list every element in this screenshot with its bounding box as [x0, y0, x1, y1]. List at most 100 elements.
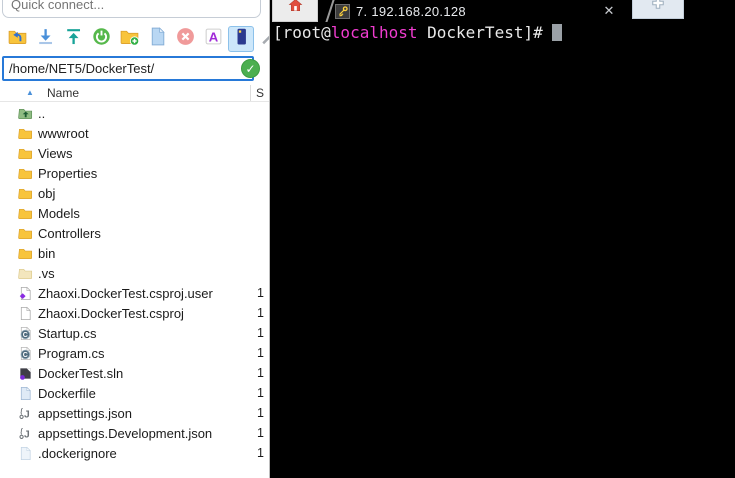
file-name: Startup.cs [38, 326, 257, 341]
path-bar [2, 56, 254, 81]
list-item[interactable]: Dockerfile1 [0, 383, 270, 403]
prompt-suffix: DockerTest]# [418, 23, 553, 42]
list-item[interactable]: Models [0, 203, 270, 223]
list-item[interactable]: C Startup.cs1 [0, 323, 270, 343]
sort-asc-icon: ▲ [26, 88, 34, 97]
list-item[interactable]: .. [0, 103, 270, 123]
parent-directory-button[interactable] [4, 26, 30, 52]
list-item[interactable]: obj [0, 183, 270, 203]
tab-session[interactable]: 7. 192.168.20.128 [332, 0, 632, 22]
list-item[interactable]: Properties [0, 163, 270, 183]
json-file-icon: J [18, 426, 33, 441]
prompt-host: localhost [331, 23, 418, 42]
svg-text:J: J [24, 409, 30, 420]
list-item[interactable]: wwwroot [0, 123, 270, 143]
folder-icon [18, 186, 33, 201]
list-item[interactable]: DockerTest.sln1 [0, 363, 270, 383]
list-item[interactable]: .vs [0, 263, 270, 283]
refresh-button[interactable] [88, 26, 114, 52]
terminal-panel: 7. 192.168.20.128 ✕ [root@localhost Dock… [270, 0, 735, 478]
column-header-size[interactable]: S [256, 86, 264, 100]
file-name: .dockerignore [38, 446, 257, 461]
list-item[interactable]: Zhaoxi.DockerTest.csproj.user1 [0, 283, 270, 303]
list-item[interactable]: Jappsettings.Development.json1 [0, 423, 270, 443]
list-item[interactable]: Zhaoxi.DockerTest.csproj1 [0, 303, 270, 323]
csharp-file-icon: C [18, 346, 33, 361]
column-divider[interactable] [250, 85, 251, 101]
tab-home[interactable] [272, 0, 318, 22]
file-list-header: ▲ Name S [0, 85, 270, 102]
wand-icon [259, 26, 271, 52]
json-file-icon: J [18, 406, 33, 421]
file-size: 1 [257, 306, 270, 320]
file-name: wwwroot [38, 126, 257, 141]
file-size: 1 [257, 446, 270, 460]
file-name: Zhaoxi.DockerTest.csproj.user [38, 286, 257, 301]
sftp-panel: A ✓ ▲ Name S ..wwwrootViewsPropertiesobj… [0, 0, 270, 478]
list-item[interactable]: bin [0, 243, 270, 263]
file-name: Program.cs [38, 346, 257, 361]
new-file-button[interactable] [144, 26, 170, 52]
folder-icon [18, 246, 33, 261]
rename-button[interactable]: A [200, 26, 226, 52]
list-item[interactable]: Views [0, 143, 270, 163]
file-name: obj [38, 186, 257, 201]
path-input[interactable] [4, 61, 252, 76]
key-icon [335, 4, 350, 19]
file-size: 1 [257, 326, 270, 340]
download-button[interactable] [32, 26, 58, 52]
panel-toggle-icon [231, 26, 252, 52]
file-name: appsettings.Development.json [38, 426, 257, 441]
file-name: appsettings.json [38, 406, 257, 421]
file-name: Zhaoxi.DockerTest.csproj [38, 306, 257, 321]
file-name: Models [38, 206, 257, 221]
prompt-prefix: [root@ [273, 23, 331, 42]
csharp-file-icon: C [18, 326, 33, 341]
svg-text:J: J [24, 429, 30, 440]
parent-folder-icon [18, 106, 33, 121]
list-item[interactable]: C Program.cs1 [0, 343, 270, 363]
folder-icon [18, 206, 33, 221]
new-folder-button[interactable] [116, 26, 142, 52]
folder-icon [18, 146, 33, 161]
file-name: Controllers [38, 226, 257, 241]
folder-up-icon [7, 26, 28, 52]
quick-connect-input[interactable] [2, 0, 261, 18]
refresh-icon [91, 26, 112, 52]
file-name: Dockerfile [38, 386, 257, 401]
new-folder-icon [119, 26, 140, 52]
file-name: DockerTest.sln [38, 366, 257, 381]
tab-session-label: 7. 192.168.20.128 [356, 4, 466, 19]
terminal-cursor [552, 24, 562, 41]
file-size: 1 [257, 346, 270, 360]
file-size: 1 [257, 406, 270, 420]
home-icon [288, 0, 303, 18]
csproj-user-file-icon [18, 286, 33, 301]
tools-button[interactable] [256, 26, 270, 52]
folder-icon [18, 126, 33, 141]
terminal-tab-bar: 7. 192.168.20.128 ✕ [270, 0, 735, 22]
list-item[interactable]: Controllers [0, 223, 270, 243]
dockerfile-icon [18, 386, 33, 401]
solution-file-icon [18, 366, 33, 381]
hidden-file-icon [18, 446, 33, 461]
toggle-panel-button[interactable] [228, 26, 254, 52]
file-name: Views [38, 146, 257, 161]
new-tab-button[interactable] [632, 0, 684, 19]
delete-icon [175, 26, 196, 52]
file-list: .. wwwroot Views Properties obj Models Control… [0, 103, 270, 463]
app-window: A ✓ ▲ Name S ..wwwrootViewsPropertiesobj… [0, 0, 735, 478]
delete-button[interactable] [172, 26, 198, 52]
file-size: 1 [257, 426, 270, 440]
column-header-name[interactable]: Name [47, 86, 79, 100]
file-size: 1 [257, 386, 270, 400]
list-item[interactable]: Jappsettings.json1 [0, 403, 270, 423]
list-item[interactable]: .dockerignore1 [0, 443, 270, 463]
font-icon: A [203, 26, 224, 52]
hidden-folder-icon [18, 266, 33, 281]
new-file-icon [147, 26, 168, 52]
upload-icon [63, 26, 84, 52]
upload-button[interactable] [60, 26, 86, 52]
terminal-output[interactable]: [root@localhost DockerTest]# [270, 22, 735, 478]
close-icon[interactable]: ✕ [600, 2, 618, 20]
